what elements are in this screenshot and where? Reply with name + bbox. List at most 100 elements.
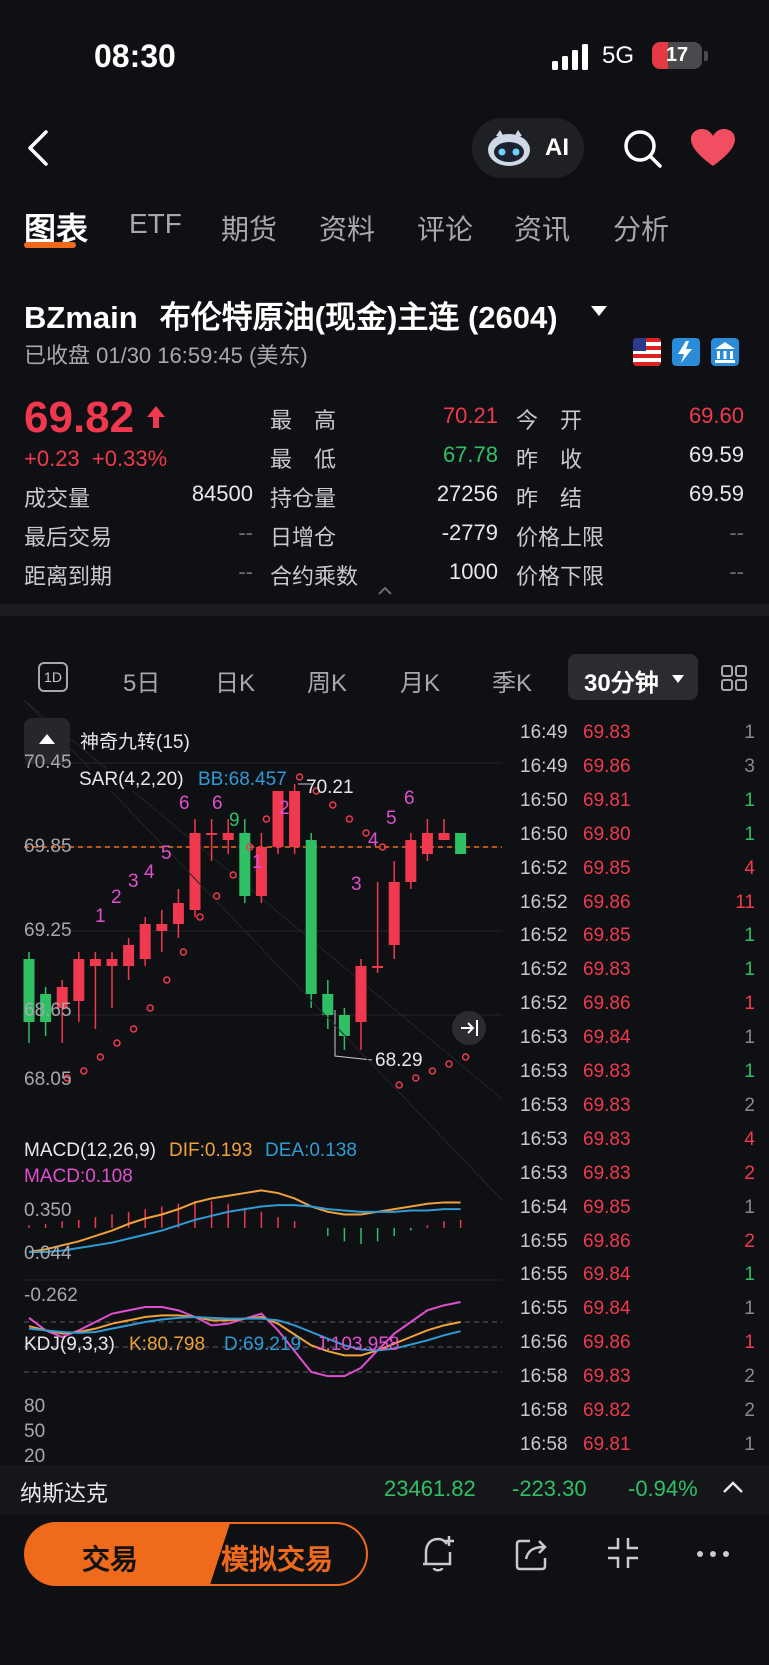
period-dropdown-caret-icon	[672, 675, 684, 683]
high-value: 70.21	[442, 403, 498, 428]
sar-dot	[445, 1060, 453, 1068]
td-count: 4	[144, 862, 155, 883]
top-tabs: 图表 ETF 期货 资料 评论 资讯 分析	[0, 208, 769, 258]
trade-time: 16:55	[520, 1230, 568, 1252]
sar-dot	[163, 976, 171, 984]
tab-etf[interactable]: ETF	[129, 208, 182, 240]
ticker-value: 23461.82	[384, 1476, 476, 1501]
kdj-j: J:103.958	[316, 1334, 400, 1355]
tab-news[interactable]: 资讯	[514, 208, 570, 248]
trade-volume: 1	[744, 722, 755, 743]
symbol-title[interactable]: BZmain 布伦特原油(现金)主连 (2604)	[24, 292, 558, 337]
trade-time: 16:50	[520, 789, 568, 811]
kdj-tick-2: 50	[24, 1421, 46, 1442]
open-label: 今 开	[516, 408, 583, 433]
candle-body	[156, 924, 168, 931]
kdj-d: D:69.219	[224, 1334, 302, 1355]
trade-time: 16:50	[520, 823, 568, 845]
candle-body	[289, 791, 301, 847]
cellular-signal-icon	[552, 44, 588, 70]
prev-settle-value: 69.59	[688, 481, 744, 506]
td-count: 9	[229, 810, 240, 831]
search-icon[interactable]	[622, 128, 664, 170]
open-value: 69.60	[688, 403, 744, 428]
sar-dot	[295, 773, 304, 781]
y-tick-1: 70.45	[24, 752, 72, 773]
trade-row: 16:52 69.85 1	[515, 925, 755, 959]
alert-bell-icon[interactable]	[420, 1534, 456, 1574]
period-daily-button[interactable]: 日K	[215, 663, 255, 698]
upper-limit-label: 价格上限	[516, 525, 605, 550]
ticker-expand-icon[interactable]	[722, 1480, 744, 1494]
ai-label: AI	[545, 134, 569, 161]
trade-price: 69.83	[583, 1061, 631, 1082]
candle-body	[338, 1015, 350, 1036]
ticker-name: 纳斯达克	[20, 1481, 109, 1506]
trade-button-label: 交易	[82, 1544, 139, 1575]
trade-volume: 1	[744, 1264, 755, 1286]
period-quarterly-button[interactable]: 季K	[492, 663, 532, 698]
back-arrow-icon[interactable]	[22, 128, 58, 168]
collapse-chevron-icon[interactable]	[377, 586, 393, 596]
tab-futures[interactable]: 期货	[221, 208, 277, 248]
trade-row: 16:55 69.84 1	[515, 1264, 755, 1298]
candle-body	[189, 833, 201, 910]
trade-price: 69.83	[583, 722, 631, 743]
period-weekly-button[interactable]: 周K	[307, 663, 347, 698]
trade-volume: 1	[744, 1332, 755, 1354]
last-trade-label: 最后交易	[24, 525, 113, 550]
trade-time: 16:49	[520, 722, 568, 743]
trade-time: 16:53	[520, 1027, 568, 1049]
trade-time: 16:53	[520, 1162, 568, 1184]
macd-dif: DIF:0.193	[169, 1140, 253, 1161]
candle-body	[421, 833, 433, 854]
grid-layout-icon[interactable]	[720, 664, 748, 692]
trade-volume: 2	[744, 1366, 755, 1388]
trade-volume: 2	[744, 1162, 755, 1184]
prev-close-value: 69.59	[688, 442, 744, 467]
sar-dot	[96, 1053, 105, 1061]
kdj-label: KDJ(9,3,3)	[24, 1334, 115, 1355]
more-options-icon[interactable]	[696, 1550, 730, 1558]
candle-body	[206, 833, 218, 835]
battery-level: 17	[665, 44, 689, 66]
period-monthly-button[interactable]: 月K	[400, 663, 440, 698]
trade-volume: 2	[744, 1230, 755, 1252]
candle-body	[322, 994, 334, 1015]
network-type: 5G	[602, 42, 635, 69]
sar-dot	[412, 1074, 420, 1082]
trade-volume: 1	[744, 789, 755, 811]
macd-tick-3: -0.262	[24, 1285, 78, 1306]
favorite-heart-icon[interactable]	[690, 128, 736, 168]
trade-row: 16:53 69.83 1	[515, 1061, 755, 1095]
symbol-dropdown-caret-icon[interactable]	[591, 306, 607, 316]
trade-price: 69.83	[583, 1366, 631, 1388]
trade-volume: 1	[744, 1196, 755, 1218]
share-icon[interactable]	[514, 1536, 550, 1572]
tab-comments[interactable]: 评论	[417, 208, 473, 248]
candle-body	[106, 959, 118, 966]
sar-dot	[129, 1025, 138, 1033]
candle-body	[172, 903, 184, 924]
td-count: 3	[128, 871, 139, 892]
price-change: +0.23 +0.33%	[24, 446, 167, 472]
trade-volume: 1	[744, 1061, 755, 1082]
trade-row: 16:56 69.86 1	[515, 1332, 755, 1366]
macd-tick-1: 0.350	[24, 1200, 72, 1221]
sar-dot	[395, 1081, 403, 1089]
low-marker-label: 68.29	[375, 1050, 423, 1071]
multiplier-label: 合约乘数	[270, 564, 359, 589]
volume-label: 成交量	[24, 486, 91, 511]
trade-row: 16:52 69.85 4	[515, 858, 755, 892]
prev-settle-label: 昨 结	[516, 486, 583, 511]
fullscreen-collapse-icon[interactable]	[606, 1536, 640, 1570]
candle-body	[73, 959, 85, 1001]
trade-time: 16:52	[520, 959, 568, 981]
tab-profile[interactable]: 资料	[319, 208, 375, 248]
daily-oi-change-label: 日增仓	[270, 525, 337, 550]
period-5d-button[interactable]: 5日	[123, 663, 160, 698]
tab-analysis[interactable]: 分析	[613, 208, 669, 248]
trade-price: 69.84	[583, 1264, 631, 1286]
trade-price: 69.84	[583, 1298, 631, 1320]
period-1d-button[interactable]: 1D	[38, 662, 68, 692]
